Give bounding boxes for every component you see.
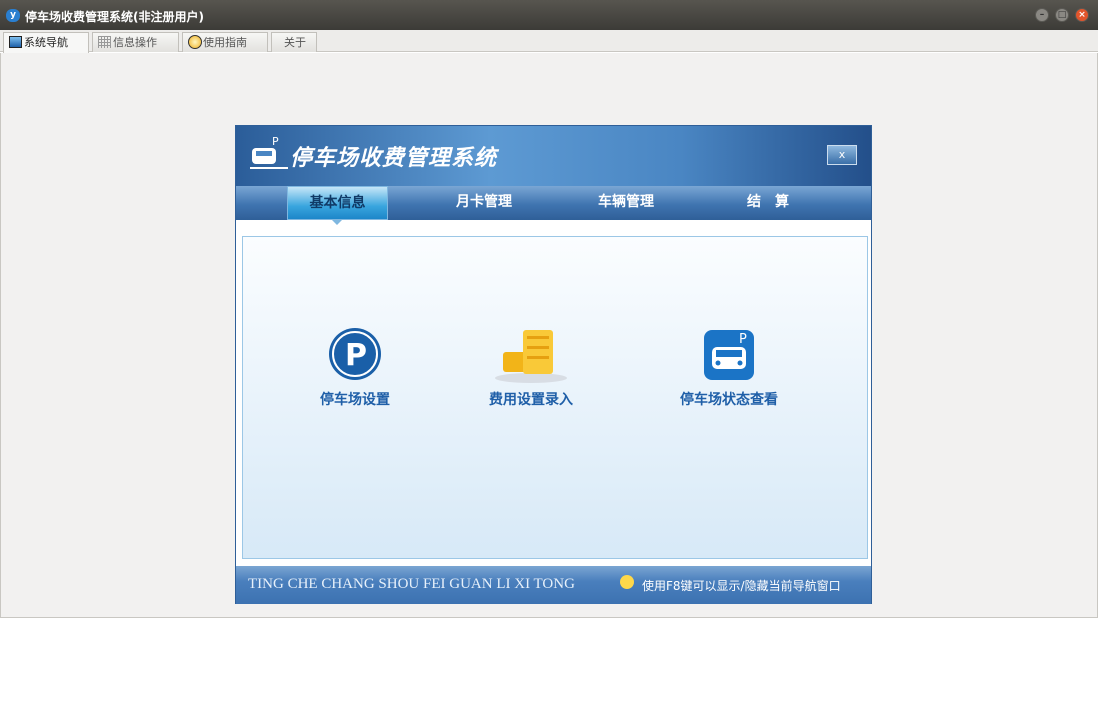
lightbulb-icon — [620, 575, 634, 589]
parking-settings-item[interactable]: P 停车场设置 — [265, 327, 445, 409]
maximize-button[interactable]: □ — [1055, 8, 1069, 22]
tab-label: 系统导航 — [24, 36, 68, 49]
parking-icon: P — [329, 328, 381, 380]
car-status-icon: P — [704, 330, 754, 380]
tab-bar: 系统导航 信息操作 使用指南 关于 — [0, 30, 1098, 53]
panel-title: 停车场收费管理系统 — [290, 146, 498, 171]
window-title: 停车场收费管理系统(非注册用户) — [25, 10, 204, 24]
tab-label: 信息操作 — [113, 36, 157, 49]
svg-text:P: P — [739, 332, 747, 347]
active-indicator — [331, 219, 343, 225]
tab-system-nav[interactable]: 系统导航 — [3, 32, 89, 53]
nav-basic-info[interactable]: 基本信息 — [287, 186, 388, 220]
navigation-panel: P 停车场收费管理系统 x 基本信息 月卡管理 车辆管理 结 算 P 停车场设置… — [235, 125, 872, 604]
f8-hint: 使用F8键可以显示/隐藏当前导航窗口 — [642, 579, 841, 593]
car-logo-icon: P — [250, 135, 288, 169]
panel-footer: TING CHE CHANG SHOU FEI GUAN LI XI TONG … — [236, 566, 871, 604]
panel-nav: 基本信息 月卡管理 车辆管理 结 算 — [236, 186, 871, 220]
panel-header: P 停车场收费管理系统 x — [236, 126, 871, 186]
tab-guide[interactable]: 使用指南 — [182, 32, 268, 52]
nav-settlement[interactable]: 结 算 — [718, 186, 818, 220]
function-label: 费用设置录入 — [489, 392, 573, 408]
parking-status-item[interactable]: P 停车场状态查看 — [639, 327, 819, 409]
help-icon — [188, 35, 202, 49]
monitor-icon — [9, 36, 22, 48]
grid-icon — [98, 36, 111, 48]
function-label: 停车场状态查看 — [680, 392, 778, 408]
minimize-button[interactable]: – — [1035, 8, 1049, 22]
app-logo-icon: y — [6, 9, 20, 22]
close-button[interactable]: × — [1075, 8, 1089, 22]
panel-close-button[interactable]: x — [827, 145, 857, 165]
coins-icon — [495, 330, 567, 383]
function-label: 停车场设置 — [320, 392, 390, 408]
fee-settings-item[interactable]: 费用设置录入 — [441, 327, 621, 409]
svg-text:P: P — [345, 338, 367, 373]
nav-monthly-card[interactable]: 月卡管理 — [434, 186, 534, 220]
tab-about[interactable]: 关于 — [271, 32, 317, 52]
nav-vehicle-mgmt[interactable]: 车辆管理 — [576, 186, 676, 220]
tab-label: 使用指南 — [203, 36, 247, 49]
function-area: P 停车场设置 费用设置录入 P 停车场状态查看 — [242, 236, 868, 559]
svg-text:P: P — [272, 135, 279, 148]
tab-label: 关于 — [284, 36, 306, 49]
pinyin-title: TING CHE CHANG SHOU FEI GUAN LI XI TONG — [248, 576, 575, 592]
title-bar: y 停车场收费管理系统(非注册用户) – □ × — [0, 0, 1098, 30]
tab-info-ops[interactable]: 信息操作 — [92, 32, 179, 52]
